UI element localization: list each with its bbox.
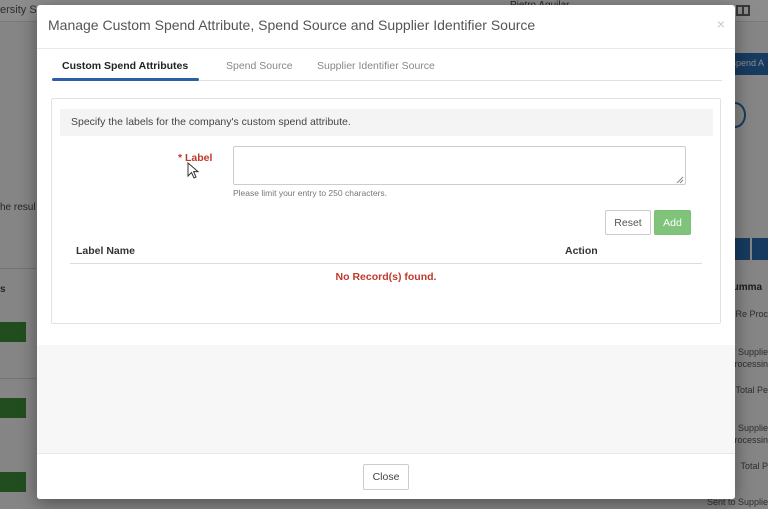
modal-footer: Close	[37, 453, 735, 499]
reset-button[interactable]: Reset	[605, 210, 651, 235]
manage-attributes-modal: Manage Custom Spend Attribute, Spend Sou…	[37, 5, 735, 499]
tab-custom-spend-attributes[interactable]: Custom Spend Attributes	[62, 49, 188, 81]
column-action: Action	[565, 245, 598, 257]
modal-tabs: Custom Spend Attributes Spend Source Sup…	[52, 49, 722, 81]
resize-grip-icon[interactable]	[676, 176, 684, 184]
tab-supplier-identifier-source[interactable]: Supplier Identifier Source	[317, 49, 435, 81]
table-header: Label Name Action	[70, 239, 702, 264]
close-button[interactable]: Close	[363, 464, 409, 490]
modal-body-filler	[37, 345, 735, 453]
label-input[interactable]	[233, 146, 686, 185]
active-tab-indicator	[52, 78, 199, 81]
required-marker: *	[178, 152, 183, 164]
add-button[interactable]: Add	[654, 210, 691, 235]
close-icon[interactable]: ×	[717, 16, 725, 32]
mouse-cursor-icon	[187, 162, 200, 179]
custom-spend-attributes-panel: Specify the labels for the company's cus…	[51, 98, 721, 324]
instruction-text: Specify the labels for the company's cus…	[60, 109, 713, 136]
modal-title: Manage Custom Spend Attribute, Spend Sou…	[48, 17, 536, 33]
label-help-text: Please limit your entry to 250 character…	[233, 188, 388, 198]
modal-header: Manage Custom Spend Attribute, Spend Sou…	[37, 5, 735, 49]
empty-table-message: No Record(s) found.	[335, 271, 437, 283]
tab-spend-source[interactable]: Spend Source	[226, 49, 293, 81]
column-label-name: Label Name	[76, 245, 135, 257]
